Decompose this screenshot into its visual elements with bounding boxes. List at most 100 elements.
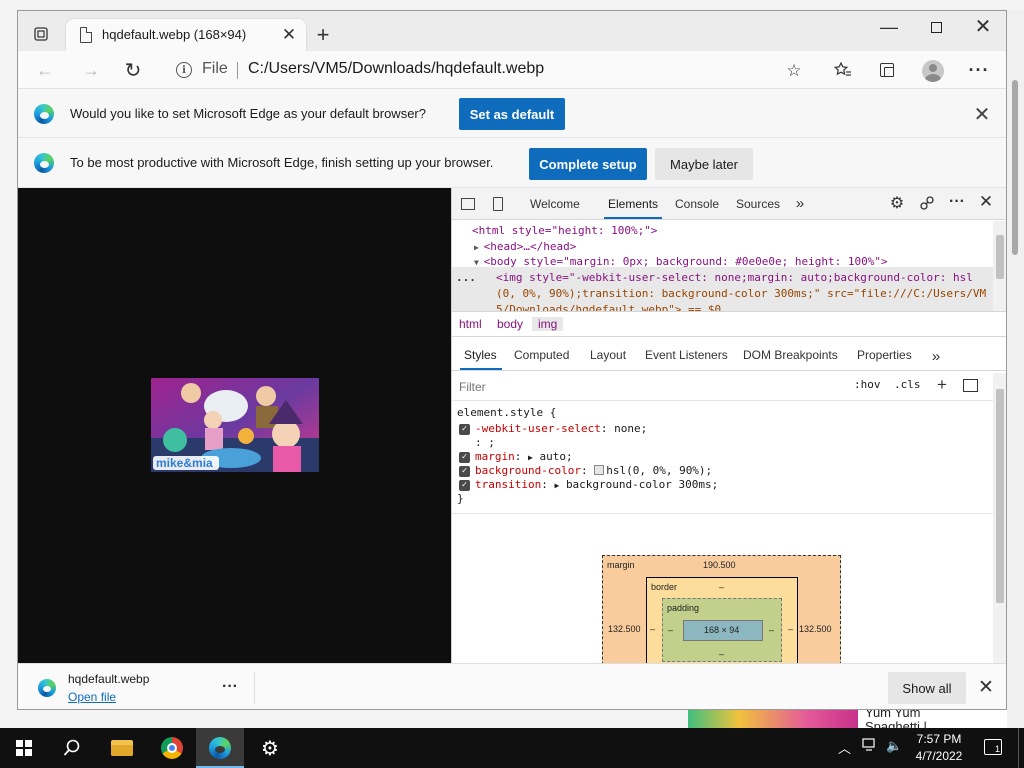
gear-icon[interactable]: ⚙ bbox=[888, 194, 906, 212]
margin-top-value[interactable]: 190.500 bbox=[703, 560, 736, 570]
style-selector[interactable]: element.style { bbox=[457, 406, 556, 419]
hover-state-button[interactable]: :hov bbox=[854, 378, 881, 391]
dom-scrollbar[interactable] bbox=[993, 221, 1006, 311]
subtab-properties[interactable]: Properties bbox=[857, 348, 912, 362]
new-tab-button[interactable]: + bbox=[312, 22, 334, 47]
rule-checkbox[interactable]: ✓ bbox=[459, 480, 470, 491]
border-top-value[interactable]: – bbox=[719, 582, 724, 592]
back-button[interactable]: ← bbox=[34, 59, 56, 81]
padding-right-value[interactable]: – bbox=[769, 625, 774, 635]
customize-icon[interactable] bbox=[918, 194, 936, 212]
box-model-border[interactable]: border – – – – padding – – – 168 × 94 bbox=[646, 577, 798, 663]
gear-icon[interactable]: ⚙ bbox=[246, 728, 294, 768]
padding-bottom-value[interactable]: – bbox=[719, 649, 724, 659]
chrome-icon[interactable] bbox=[148, 728, 196, 768]
border-right-value[interactable]: – bbox=[788, 624, 793, 634]
tab-console[interactable]: Console bbox=[675, 197, 719, 211]
collections-button[interactable] bbox=[876, 59, 898, 81]
dom-node-img-cont: (0, 0%, 90%);transition: background-colo… bbox=[496, 287, 987, 300]
box-model-padding[interactable]: padding – – – 168 × 94 bbox=[662, 598, 782, 662]
set-as-default-button[interactable]: Set as default bbox=[459, 98, 565, 130]
clock-date[interactable]: 4/7/2022 bbox=[912, 749, 966, 763]
volume-icon[interactable]: 🔈 bbox=[886, 738, 902, 754]
styles-filter-input[interactable] bbox=[456, 376, 846, 398]
subtab-layout[interactable]: Layout bbox=[590, 348, 626, 362]
window-close-button[interactable]: ✕ bbox=[972, 15, 994, 38]
inspect-element-icon[interactable] bbox=[460, 196, 476, 212]
download-bar-close-icon[interactable]: ✕ bbox=[976, 677, 996, 698]
style-rule[interactable]: transition: ▶ background-color 300ms; bbox=[475, 478, 718, 491]
subtab-event-listeners[interactable]: Event Listeners bbox=[645, 348, 728, 362]
breadcrumb-html[interactable]: html bbox=[459, 317, 482, 331]
box-model-content[interactable]: 168 × 94 bbox=[683, 620, 763, 641]
page-scrollbar[interactable] bbox=[1007, 10, 1024, 728]
browser-tab[interactable]: hqdefault.webp (168×94) ✕ bbox=[66, 19, 306, 51]
box-model-margin[interactable]: margin 190.500 132.500 132.500 border – … bbox=[602, 555, 841, 663]
hqdefault-image[interactable]: mike&mia bbox=[151, 378, 319, 472]
breadcrumb-img[interactable]: img bbox=[532, 317, 564, 331]
maximize-button[interactable] bbox=[926, 17, 946, 37]
file-explorer-icon[interactable] bbox=[98, 728, 146, 768]
edge-taskbar-icon[interactable] bbox=[196, 728, 244, 768]
url-text[interactable]: C:/Users/VM5/Downloads/hqdefault.webp bbox=[248, 60, 544, 78]
show-all-button[interactable]: Show all bbox=[888, 672, 966, 704]
color-swatch[interactable] bbox=[594, 465, 605, 475]
minimize-button[interactable]: — bbox=[880, 17, 898, 37]
start-button[interactable] bbox=[0, 728, 48, 768]
profile-avatar[interactable] bbox=[922, 60, 944, 82]
refresh-button[interactable]: ↻ bbox=[122, 59, 144, 82]
dom-node-html[interactable]: <html style="height: 100%;"> bbox=[472, 224, 657, 237]
dom-node-img[interactable]: <img style="-webkit-user-select: none;ma… bbox=[496, 271, 973, 284]
style-rule[interactable]: background-color: hsl(0, 0%, 90%); bbox=[475, 464, 712, 477]
address-separator bbox=[237, 62, 238, 79]
dom-node-head[interactable]: ▶ <head>…</head> bbox=[474, 240, 576, 253]
favorites-button[interactable] bbox=[832, 59, 854, 81]
more-subtabs-icon[interactable]: » bbox=[928, 347, 944, 365]
subtab-computed[interactable]: Computed bbox=[514, 348, 569, 362]
rule-checkbox[interactable]: ✓ bbox=[459, 424, 470, 435]
info-icon[interactable]: i bbox=[176, 62, 192, 78]
tab-elements[interactable]: Elements bbox=[608, 197, 658, 211]
clock-time[interactable]: 7:57 PM bbox=[916, 732, 962, 746]
tab-welcome[interactable]: Welcome bbox=[530, 197, 580, 211]
notification-center-icon[interactable]: 1 bbox=[984, 739, 1002, 755]
style-editing-line[interactable]: : ; bbox=[475, 436, 495, 449]
margin-left-value[interactable]: 132.500 bbox=[608, 624, 641, 634]
add-favorite-icon[interactable]: ☆ bbox=[784, 61, 804, 81]
rule-checkbox[interactable]: ✓ bbox=[459, 466, 470, 477]
show-desktop-button[interactable] bbox=[1018, 728, 1024, 768]
forward-button[interactable]: → bbox=[80, 59, 102, 81]
tray-chevron-icon[interactable]: ︿ bbox=[838, 738, 851, 757]
add-style-rule-button[interactable]: + bbox=[934, 375, 950, 395]
subtab-styles[interactable]: Styles bbox=[464, 348, 497, 362]
download-more-icon[interactable]: ··· bbox=[218, 678, 242, 696]
padding-left-value[interactable]: – bbox=[668, 625, 673, 635]
dom-node-dots[interactable]: ... bbox=[456, 271, 476, 284]
margin-right-value[interactable]: 132.500 bbox=[799, 624, 832, 634]
tab-actions-icon[interactable] bbox=[32, 25, 50, 43]
search-icon[interactable] bbox=[48, 728, 96, 768]
infobar-close-icon[interactable]: ✕ bbox=[972, 104, 992, 126]
devtools-close-icon[interactable]: ✕ bbox=[977, 192, 995, 211]
dom-node-body[interactable]: ▼ <body style="margin: 0px; background: … bbox=[474, 255, 888, 268]
settings-menu-button[interactable]: ··· bbox=[968, 59, 990, 81]
toggle-sidebar-icon[interactable] bbox=[962, 377, 978, 393]
rule-checkbox[interactable]: ✓ bbox=[459, 452, 470, 463]
more-tabs-icon[interactable]: » bbox=[792, 194, 808, 212]
subtab-dom-breakpoints[interactable]: DOM Breakpoints bbox=[743, 348, 838, 362]
address-bar[interactable]: i File C:/Users/VM5/Downloads/hqdefault.… bbox=[164, 56, 844, 84]
open-file-link[interactable]: Open file bbox=[68, 690, 116, 704]
border-left-value[interactable]: – bbox=[650, 624, 655, 634]
style-rule[interactable]: margin: ▶ auto; bbox=[475, 450, 573, 463]
tab-sources[interactable]: Sources bbox=[736, 197, 780, 211]
more-options-icon[interactable]: ··· bbox=[948, 193, 966, 211]
maybe-later-button[interactable]: Maybe later bbox=[655, 148, 753, 180]
breadcrumb-body[interactable]: body bbox=[497, 317, 523, 331]
style-rule[interactable]: -webkit-user-select: none; bbox=[475, 422, 647, 435]
device-emulation-icon[interactable] bbox=[490, 195, 506, 213]
styles-scrollbar[interactable] bbox=[993, 373, 1006, 663]
complete-setup-button[interactable]: Complete setup bbox=[529, 148, 647, 180]
tab-close-icon[interactable]: ✕ bbox=[279, 25, 299, 45]
class-toggle-button[interactable]: .cls bbox=[894, 378, 921, 391]
network-icon[interactable] bbox=[862, 738, 878, 755]
